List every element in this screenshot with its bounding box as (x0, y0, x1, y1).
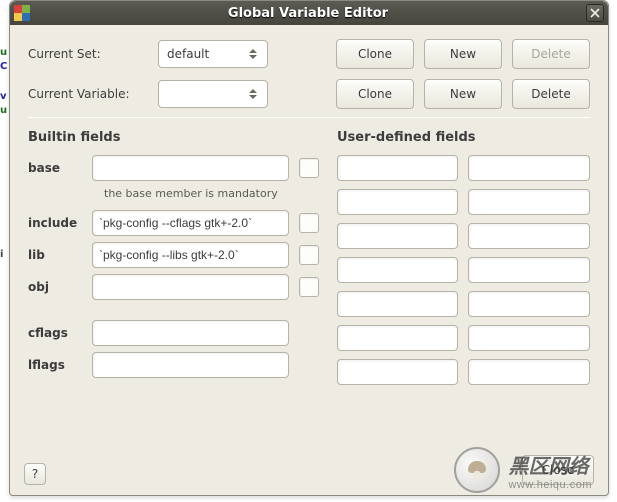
include-input[interactable] (92, 210, 289, 236)
userdef-header: User-defined fields (337, 130, 590, 145)
udf-val[interactable] (468, 223, 590, 249)
lflags-label: lflags (28, 358, 82, 372)
udf-val[interactable] (468, 291, 590, 317)
lflags-input[interactable] (92, 352, 289, 378)
delete-set-button[interactable]: Delete (512, 39, 590, 69)
include-label: include (28, 216, 82, 230)
dialog-window: Global Variable Editor Current Set: defa… (9, 0, 609, 496)
close-icon[interactable] (586, 4, 604, 22)
delete-variable-button[interactable]: Delete (512, 79, 590, 109)
udf-val[interactable] (468, 359, 590, 385)
udf-val[interactable] (468, 155, 590, 181)
new-set-button[interactable]: New (424, 39, 502, 69)
cflags-label: cflags (28, 326, 82, 340)
lib-input[interactable] (92, 242, 289, 268)
clone-set-button[interactable]: Clone (336, 39, 414, 69)
new-variable-button[interactable]: New (424, 79, 502, 109)
current-variable-combo[interactable] (158, 80, 268, 108)
lib-label: lib (28, 248, 82, 262)
include-checkbox[interactable] (299, 213, 319, 233)
udf-key[interactable] (337, 291, 459, 317)
lib-checkbox[interactable] (299, 245, 319, 265)
udf-val[interactable] (468, 257, 590, 283)
window-title: Global Variable Editor (36, 6, 580, 21)
help-button[interactable]: ? (24, 463, 46, 485)
chevron-spin-icon (249, 89, 261, 99)
titlebar: Global Variable Editor (10, 1, 608, 25)
obj-input[interactable] (92, 274, 289, 300)
userdef-grid (337, 155, 590, 385)
divider (28, 117, 590, 118)
builtin-header: Builtin fields (28, 130, 319, 145)
cflags-input[interactable] (92, 320, 289, 346)
clone-variable-button[interactable]: Clone (336, 79, 414, 109)
udf-key[interactable] (337, 359, 459, 385)
current-set-label: Current Set: (28, 47, 148, 61)
udf-key[interactable] (337, 325, 459, 351)
base-checkbox[interactable] (299, 158, 319, 178)
close-button[interactable]: Close (522, 455, 594, 485)
udf-key[interactable] (337, 223, 459, 249)
obj-checkbox[interactable] (299, 277, 319, 297)
obj-label: obj (28, 280, 82, 294)
udf-key[interactable] (337, 189, 459, 215)
udf-val[interactable] (468, 189, 590, 215)
base-note: the base member is mandatory (104, 187, 319, 200)
app-icon (14, 5, 30, 21)
current-set-combo[interactable]: default (158, 40, 268, 68)
current-set-value: default (167, 47, 209, 61)
base-label: base (28, 161, 82, 175)
udf-val[interactable] (468, 325, 590, 351)
chevron-spin-icon (249, 49, 261, 59)
udf-key[interactable] (337, 257, 459, 283)
base-input[interactable] (92, 155, 289, 181)
current-variable-label: Current Variable: (28, 87, 148, 101)
udf-key[interactable] (337, 155, 459, 181)
